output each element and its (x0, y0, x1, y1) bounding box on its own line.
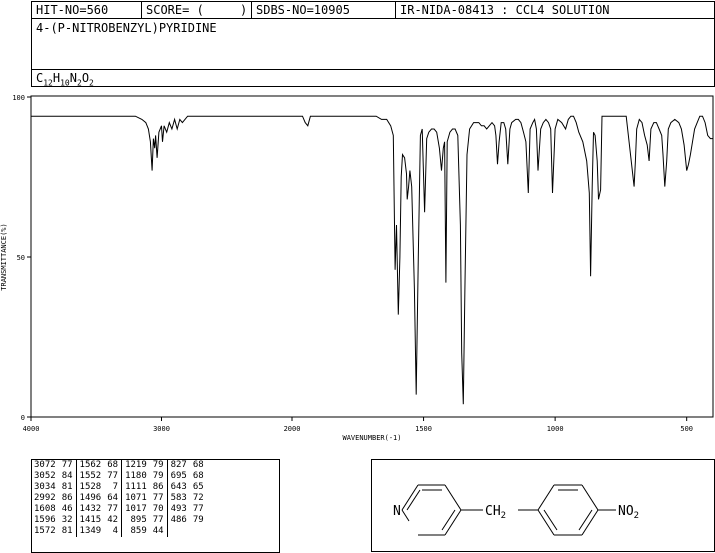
peak-wavenumber: 1528 (75, 482, 105, 493)
peak-transmittance: 32 (61, 515, 73, 525)
peak-transmittance: 81 (61, 526, 73, 536)
peak-transmittance: 77 (152, 515, 164, 525)
peak-transmittance: 4 (112, 526, 119, 536)
peak-wavenumber: 2992 (34, 493, 56, 503)
y-axis-label: TRANSMITTANCE(%) (0, 223, 8, 290)
x-axis-label: WAVENUMBER(-1) (342, 434, 401, 442)
structure-frame (371, 459, 715, 552)
peak-wavenumber: 1017 (121, 504, 150, 515)
x-tick-label: 500 (680, 425, 693, 433)
peak-transmittance: 77 (152, 493, 164, 503)
peak-transmittance: 68 (107, 460, 119, 470)
y-tick-label: 0 (21, 414, 25, 422)
x-tick-label: 1000 (547, 425, 564, 433)
peak-wavenumber: 3052 (34, 471, 56, 481)
peak-wavenumber: 1496 (75, 493, 105, 504)
peak-transmittance: 79 (192, 515, 204, 525)
peak-wavenumber: 1180 (121, 471, 150, 482)
peak-transmittance: 86 (152, 482, 164, 492)
peak-transmittance: 72 (192, 493, 204, 503)
peak-transmittance: 7 (112, 482, 119, 492)
peak-wavenumber: 1596 (34, 515, 56, 525)
peak-wavenumber: 1219 (121, 460, 150, 471)
y-tick-label: 100 (12, 94, 25, 102)
pyridine-ring (401, 484, 462, 536)
pyridine-n-label: N (393, 504, 401, 519)
peak-transmittance: 86 (61, 493, 73, 503)
peak-wavenumber: 895 (121, 515, 150, 526)
peak-transmittance: 77 (107, 471, 119, 481)
peak-transmittance: 42 (107, 515, 119, 525)
peak-wavenumber: 1071 (121, 493, 150, 504)
peak-transmittance: 70 (152, 504, 164, 514)
peak-wavenumber: 583 (166, 493, 190, 504)
peak-wavenumber: 1608 (34, 504, 56, 514)
peak-transmittance: 64 (107, 493, 119, 503)
peak-wavenumber: 1349 (75, 526, 105, 537)
peak-wavenumber: 493 (166, 504, 190, 515)
peak-wavenumber: 3072 (34, 460, 56, 470)
benzene-ring (537, 484, 599, 536)
peak-transmittance: 79 (152, 471, 164, 481)
ch2-label: CH2 (485, 504, 506, 521)
peak-transmittance: 81 (61, 482, 73, 492)
peak-wavenumber: 1432 (75, 504, 105, 515)
x-tick-label: 2000 (284, 425, 301, 433)
peak-row: 3072 77 1562 68 1219 79 827 68 (31, 460, 207, 471)
peak-transmittance: 77 (192, 504, 204, 514)
peak-row: 3052 84 1552 77 1180 79 695 68 (31, 471, 207, 482)
peak-transmittance (190, 526, 207, 537)
peak-wavenumber: 1552 (75, 471, 105, 482)
y-axis-ticks: 0 50 100 (12, 94, 31, 422)
peak-transmittance: 84 (61, 471, 73, 481)
peak-row: 1608 46 1432 77 1017 70 493 77 (31, 504, 207, 515)
peak-wavenumber: 486 (166, 515, 190, 526)
peak-wavenumber: 1111 (121, 482, 150, 493)
peak-wavenumber: 643 (166, 482, 190, 493)
peak-wavenumber: 695 (166, 471, 190, 482)
x-tick-label: 1500 (415, 425, 432, 433)
x-axis-ticks: 4000 3000 2000 1500 1000 500 (23, 417, 693, 433)
peak-transmittance: 68 (192, 460, 204, 470)
ir-spectrum-chart: 4000 3000 2000 1500 1000 500 0 50 100 WAVENUMBE… (0, 94, 714, 442)
peak-wavenumber: 1562 (75, 460, 105, 471)
peak-transmittance: 65 (192, 482, 204, 492)
no2-label: NO2 (618, 504, 639, 521)
peak-wavenumber: 1415 (75, 515, 105, 526)
peak-wavenumber: 3034 (34, 482, 56, 492)
peak-wavenumber (166, 526, 190, 537)
peak-row: 2992 86 1496 64 1071 77 583 72 (31, 493, 207, 504)
peak-transmittance: 77 (61, 460, 73, 470)
spectrum-line (31, 115, 713, 405)
molecular-structure: N CH2 NO2 (371, 459, 715, 552)
peak-wavenumber: 1572 (34, 526, 56, 536)
peak-row: 1596 32 1415 42 895 77 486 79 (31, 515, 207, 526)
x-tick-label: 3000 (153, 425, 170, 433)
peak-wavenumber: 827 (166, 460, 190, 471)
peak-transmittance: 46 (61, 504, 73, 514)
y-tick-label: 50 (17, 254, 25, 262)
x-tick-label: 4000 (23, 425, 40, 433)
peak-transmittance: 79 (152, 460, 164, 470)
peak-row: 3034 81 1528 7 1111 86 643 65 (31, 482, 207, 493)
plot-frame (30, 95, 714, 418)
peak-table: 3072 77 1562 68 1219 79 827 68 3052 84 1552 77 1180 7… (31, 460, 207, 537)
peak-transmittance: 77 (107, 504, 119, 514)
peak-row: 1572 81 1349 4 859 44 (31, 526, 207, 537)
peak-wavenumber: 859 (121, 526, 150, 537)
peak-transmittance: 44 (152, 526, 164, 536)
peak-transmittance: 68 (192, 471, 204, 481)
